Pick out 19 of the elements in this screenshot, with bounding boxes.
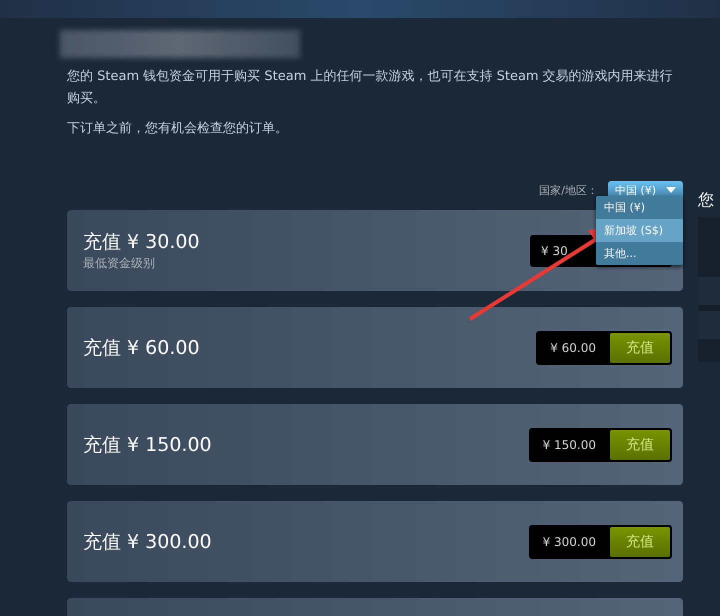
- intro-text: 您的 Steam 钱包资金可用于购买 Steam 上的任何一款游戏，也可在支持 Steam 交易的游戏内用来进行购买。: [67, 68, 674, 108]
- price-label: ¥ 300.00: [542, 534, 596, 548]
- add-funds-button[interactable]: 充值: [610, 430, 670, 460]
- dropdown-option[interactable]: 其他...: [596, 242, 683, 265]
- caret-icon: [666, 187, 676, 193]
- region-label: 国家/地区：: [539, 182, 598, 198]
- intro-text: 下订单之前，您有机会检查您的订单。: [67, 120, 289, 138]
- amount-note: 最低资金级别: [83, 255, 156, 272]
- add-funds-button[interactable]: 充值: [610, 332, 670, 362]
- amount-title: 充值 ¥ 300.00: [83, 530, 212, 554]
- price-label: ¥ 150.00: [542, 438, 596, 452]
- add-funds-button[interactable]: 充值: [610, 526, 670, 556]
- price-label: ¥ 60.00: [549, 340, 596, 354]
- panel-heading: 您: [698, 190, 715, 211]
- amount-title: 充值 ¥ 150.00: [83, 432, 212, 458]
- amount-title: 充值 ¥ 60.00: [83, 336, 200, 360]
- price-label: ¥ 30: [540, 244, 568, 258]
- dropdown-option[interactable]: 新加坡 (S$): [596, 219, 683, 242]
- amount-title: 充值 ¥ 30.00: [83, 230, 200, 255]
